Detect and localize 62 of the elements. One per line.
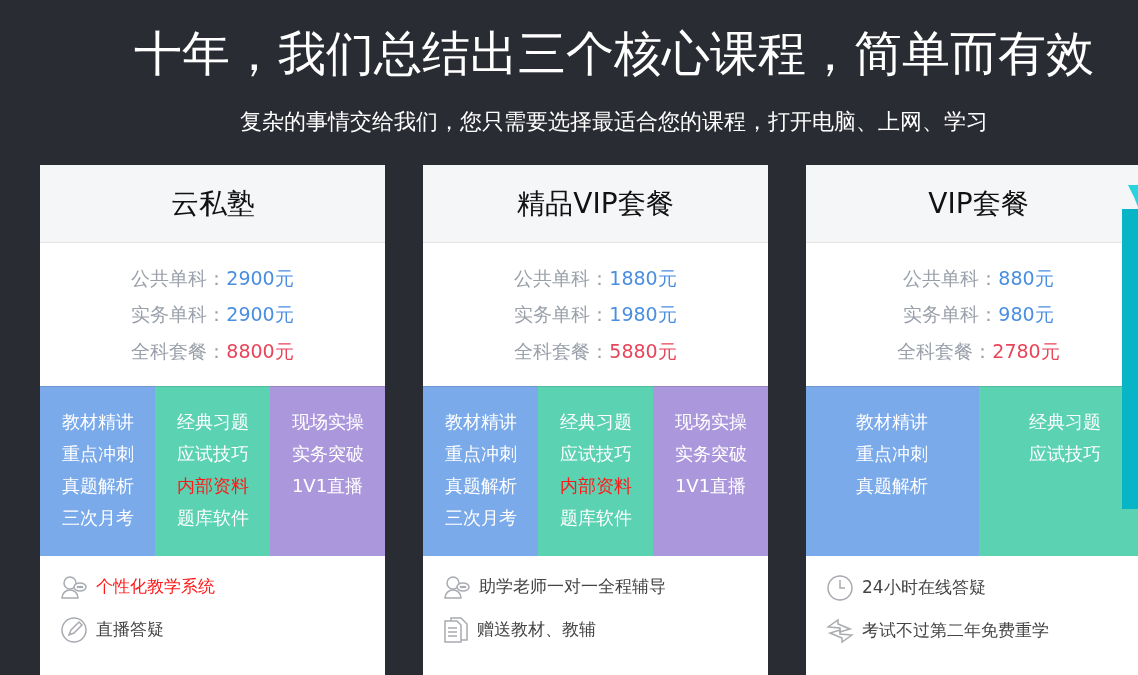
feature-item: 内部资料 (176, 475, 249, 497)
price-value: 880元 (998, 265, 1054, 291)
perk-text: 助学老师一对一全程辅导 (479, 575, 666, 599)
perk-text: 考试不过第二年免费重学 (862, 619, 1049, 643)
price-label: 实务单科： (903, 302, 999, 328)
price-value: 2900元 (226, 302, 294, 328)
feature-item: 真题解析 (61, 475, 134, 497)
price-value: 2900元 (226, 265, 294, 291)
headline: 十年，我们总结出三个核心课程，简单而有效 (134, 23, 1094, 83)
feature-item: 应试技巧 (176, 443, 249, 465)
clock-icon (826, 574, 854, 602)
price-value: 1880元 (609, 265, 677, 291)
feature-item: 教材精讲 (61, 411, 134, 433)
feature-item: 重点冲刺 (444, 443, 517, 465)
feature-item: 重点冲刺 (61, 443, 134, 465)
card-title: VIP套餐 (928, 185, 1029, 222)
perk-text: 赠送教材、教辅 (477, 618, 596, 642)
price-value: 980元 (998, 302, 1054, 328)
chat-icon (443, 574, 471, 600)
card-title: 精品VIP套餐 (517, 185, 674, 222)
perk-text: 个性化教学系统 (96, 575, 215, 599)
exchange-icon (826, 618, 854, 644)
feature-item: 实务突破 (674, 443, 747, 465)
price-label: 公共单科： (903, 265, 999, 291)
feature-item: 重点冲刺 (856, 443, 929, 465)
feature-item: 实务突破 (291, 443, 364, 465)
feature-item: 应试技巧 (559, 443, 632, 465)
feature-item: 题库软件 (176, 507, 249, 529)
feature-item: 1V1直播 (291, 475, 364, 497)
feature-item: 题库软件 (559, 507, 632, 529)
card-title: 云私塾 (170, 185, 255, 222)
price-label: 公共单科： (514, 265, 610, 291)
feature-item: 真题解析 (444, 475, 517, 497)
price-value: 8800元 (226, 338, 294, 364)
perk-text: 直播答疑 (96, 618, 164, 642)
feature-item: 经典习题 (1028, 411, 1101, 433)
feature-item: 教材精讲 (856, 411, 929, 433)
price-label: 全科套餐： (131, 338, 227, 364)
feature-item: 教材精讲 (444, 411, 517, 433)
price-label: 公共单科： (131, 265, 227, 291)
subheadline: 复杂的事情交给我们，您只需要选择最适合您的课程，打开电脑、上网、学习 (240, 108, 988, 136)
price-label: 全科套餐： (897, 338, 993, 364)
price-value: 2780元 (992, 338, 1060, 364)
feature-item: 1V1直播 (674, 475, 747, 497)
price-label: 实务单科： (514, 302, 610, 328)
price-label: 全科套餐： (514, 338, 610, 364)
feature-item: 现场实操 (674, 411, 747, 433)
feature-item: 应试技巧 (1028, 443, 1101, 465)
price-value: 1980元 (609, 302, 677, 328)
feature-item: 三次月考 (61, 507, 134, 529)
feature-item: 内部资料 (559, 475, 632, 497)
document-icon (443, 616, 469, 644)
feature-item: 三次月考 (444, 507, 517, 529)
feature-item: 现场实操 (291, 411, 364, 433)
pencil-icon (60, 616, 88, 644)
feature-item: 真题解析 (856, 475, 929, 497)
price-value: 5880元 (609, 338, 677, 364)
feature-item: 经典习题 (559, 411, 632, 433)
feature-item: 经典习题 (176, 411, 249, 433)
perk-text: 24小时在线答疑 (862, 576, 986, 600)
chat-icon (60, 574, 88, 600)
price-label: 实务单科： (131, 302, 227, 328)
